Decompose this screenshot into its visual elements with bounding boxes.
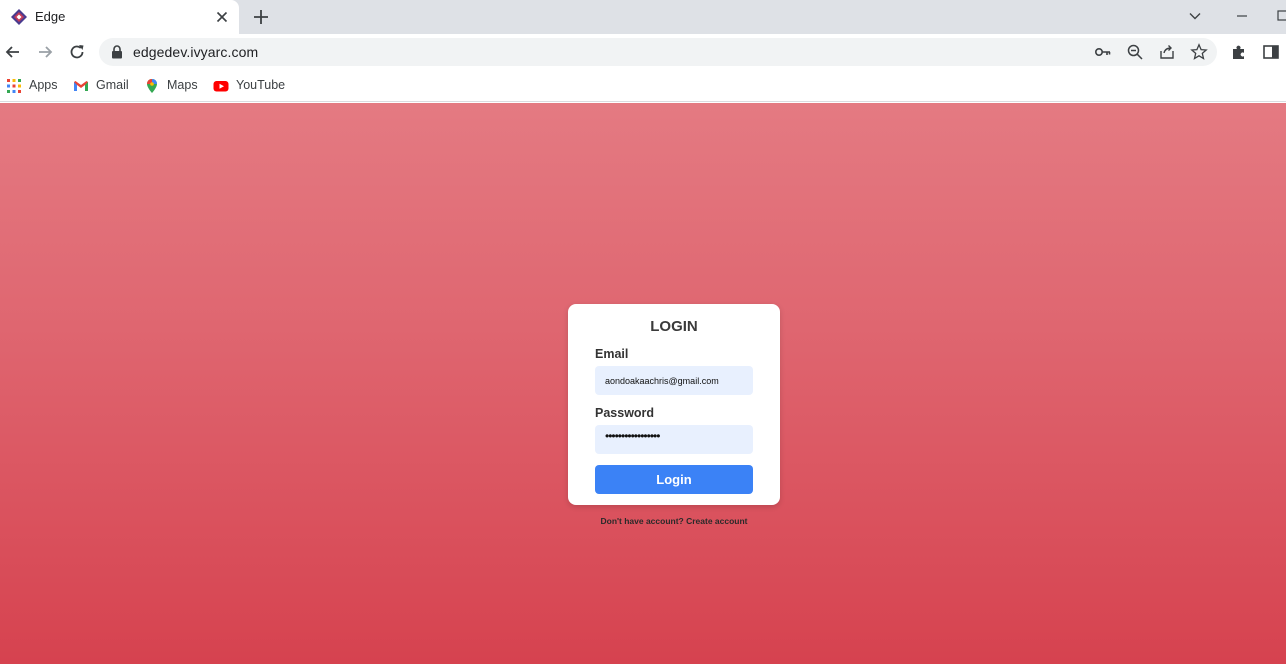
url-text[interactable]: edgedev.ivyarc.com — [133, 44, 258, 60]
forward-arrow-icon[interactable] — [35, 42, 55, 62]
close-icon[interactable] — [213, 8, 231, 26]
minimize-icon[interactable] — [1233, 7, 1251, 25]
side-panel-icon[interactable] — [1262, 43, 1280, 61]
tab-title: Edge — [35, 9, 66, 24]
chevron-down-icon[interactable] — [1186, 7, 1204, 25]
password-label: Password — [595, 406, 655, 420]
page-background: LOGIN Email Password ••••••••••••••••• L… — [0, 103, 1286, 664]
create-account-link[interactable]: Don't have account? Create account — [568, 516, 780, 526]
lock-icon[interactable] — [111, 45, 123, 59]
youtube-icon — [213, 81, 229, 92]
back-arrow-icon[interactable] — [3, 42, 23, 62]
bookmark-label: Gmail — [96, 78, 129, 92]
browser-tab[interactable]: Edge — [0, 0, 239, 34]
email-field[interactable] — [595, 366, 753, 395]
bookmark-maps[interactable]: Maps — [144, 76, 200, 96]
address-bar[interactable]: edgedev.ivyarc.com — [99, 38, 1217, 66]
bookmark-label: Apps — [29, 78, 58, 92]
tab-strip: Edge — [0, 0, 1286, 34]
email-label: Email — [595, 347, 629, 361]
bookmarks-bar: Apps Gmail Maps YouTube — [0, 70, 1286, 102]
login-title: LOGIN — [650, 318, 698, 335]
bookmark-label: Maps — [167, 78, 198, 92]
browser-toolbar: edgedev.ivyarc.com — [0, 34, 1286, 70]
reload-icon[interactable] — [67, 42, 87, 62]
apps-grid-icon — [7, 79, 21, 93]
gmail-icon — [74, 81, 88, 91]
bookmark-gmail[interactable]: Gmail — [73, 76, 131, 96]
star-icon[interactable] — [1190, 43, 1208, 61]
login-card: LOGIN Email Password ••••••••••••••••• L… — [568, 304, 780, 505]
maps-pin-icon — [147, 79, 157, 93]
bookmark-apps[interactable]: Apps — [6, 76, 61, 96]
share-icon[interactable] — [1158, 43, 1176, 61]
bookmark-youtube[interactable]: YouTube — [213, 76, 287, 96]
password-mask: ••••••••••••••••• — [605, 429, 660, 443]
bookmark-label: YouTube — [236, 78, 286, 92]
restore-icon[interactable] — [1276, 7, 1286, 25]
zoom-icon[interactable] — [1126, 43, 1144, 61]
puzzle-icon[interactable] — [1230, 43, 1248, 61]
edge-logo-icon — [11, 9, 27, 25]
key-icon[interactable] — [1094, 43, 1112, 61]
login-button[interactable]: Login — [595, 465, 753, 494]
plus-icon[interactable] — [251, 7, 271, 27]
password-field[interactable]: ••••••••••••••••• — [595, 425, 753, 454]
